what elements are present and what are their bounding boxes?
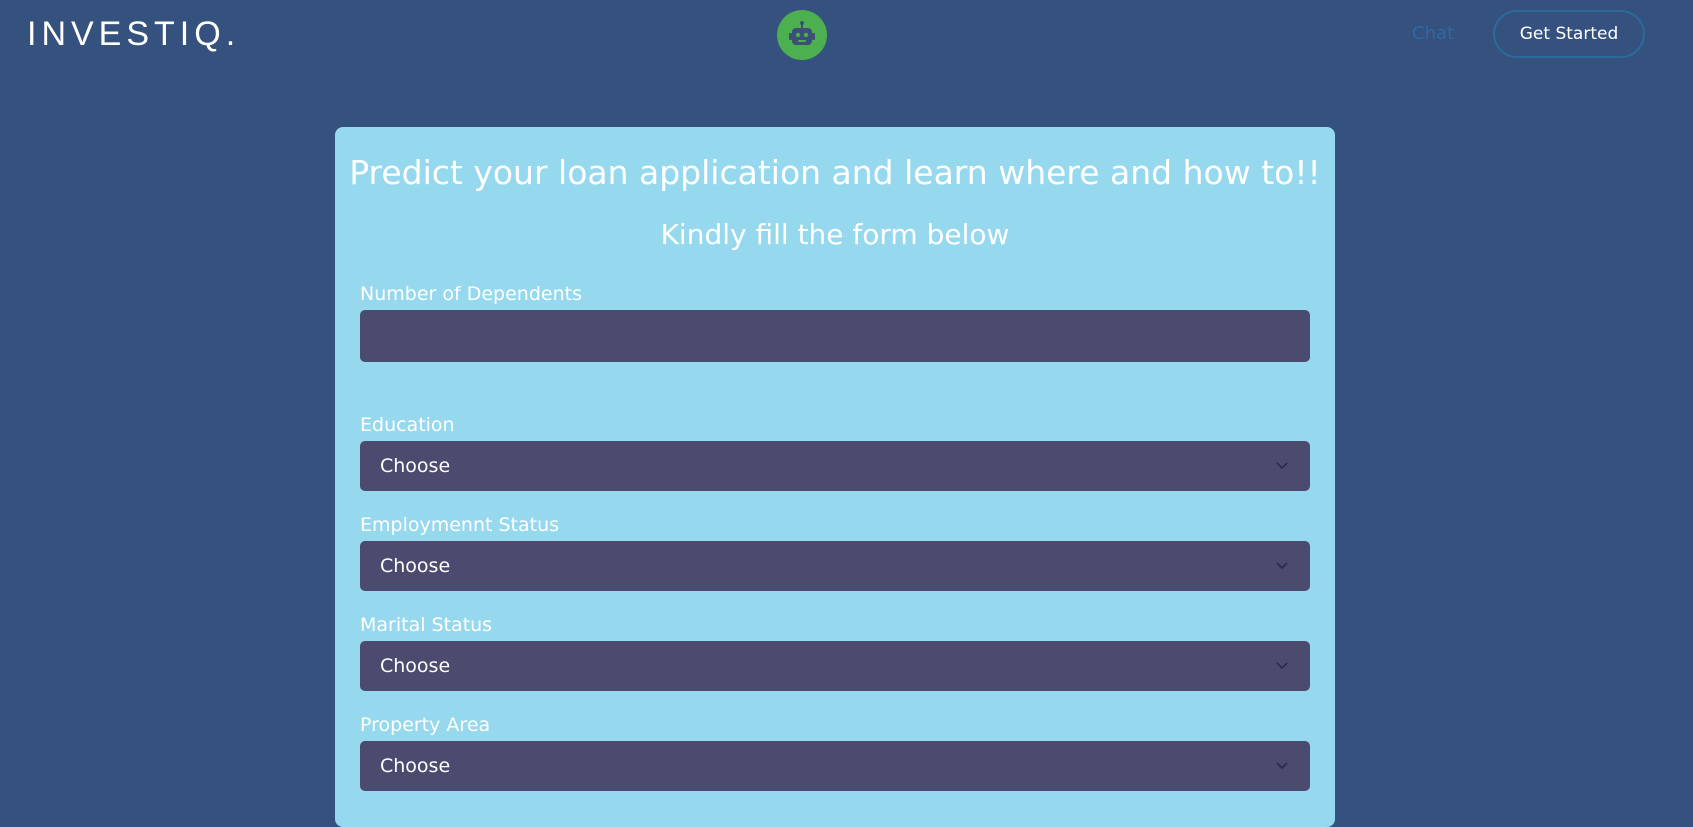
marital-select-value: Choose [380,655,451,677]
employment-select-value: Choose [380,555,451,577]
education-select[interactable]: Choose [360,441,1310,491]
education-select-value: Choose [380,455,451,477]
top-navbar: INVESTIQ. Chat Get Started [0,0,1693,70]
employment-select[interactable]: Choose [360,541,1310,591]
marital-label: Marital Status [360,614,493,636]
employment-label: Employmennt Status [360,514,560,536]
property-select[interactable]: Choose [360,741,1310,791]
education-label: Education [360,414,455,436]
dependents-label: Number of Dependents [360,283,582,305]
dependents-input[interactable] [360,310,1310,362]
loan-form-card: Predict your loan application and learn … [335,127,1335,827]
property-label: Property Area [360,714,491,736]
brand-logo[interactable]: INVESTIQ. [27,14,240,54]
chevron-down-icon [1274,658,1290,674]
robot-icon[interactable] [777,10,827,60]
form-subtitle: Kindly fill the form below [660,218,1010,251]
chevron-down-icon [1274,758,1290,774]
property-select-value: Choose [380,755,451,777]
nav-link-chat[interactable]: Chat [1412,22,1454,46]
marital-select[interactable]: Choose [360,641,1310,691]
chevron-down-icon [1274,458,1290,474]
form-title: Predict your loan application and learn … [349,153,1321,192]
chevron-down-icon [1274,558,1290,574]
get-started-button[interactable]: Get Started [1493,10,1645,58]
